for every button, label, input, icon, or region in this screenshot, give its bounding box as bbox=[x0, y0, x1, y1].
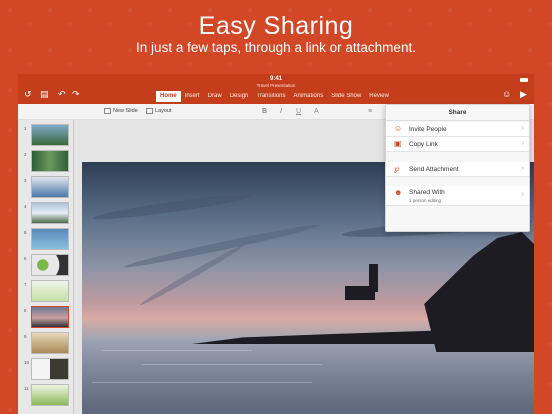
new-slide-label: New Slide bbox=[113, 108, 138, 114]
invite-people-row[interactable]: ☺ Invite People › bbox=[386, 122, 529, 137]
bold-button[interactable]: B bbox=[262, 108, 267, 115]
promo-subhead: In just a few taps, through a link or at… bbox=[136, 40, 416, 55]
thumbnail-image bbox=[31, 384, 69, 406]
italic-button[interactable]: I bbox=[280, 108, 282, 115]
send-attachment-row[interactable]: ℘ Send Attachment › bbox=[386, 162, 529, 177]
back-icon[interactable]: ↺ bbox=[24, 89, 32, 99]
slide-thumbnails: 1 2 3 4 5 6 7 8 9 10 11 bbox=[18, 120, 74, 414]
people-icon: ☻ bbox=[394, 188, 403, 197]
redo-icon[interactable]: ↷ bbox=[72, 89, 80, 99]
slide-thumbnail[interactable]: 1 bbox=[24, 124, 70, 148]
slide-thumbnail[interactable]: 6 bbox=[24, 254, 70, 278]
tab-slide-show[interactable]: Slide Show bbox=[327, 91, 365, 102]
thumbnail-image bbox=[31, 202, 69, 224]
underline-button[interactable]: U bbox=[296, 108, 301, 115]
app-window: 9:41 Travel Presentation ↺ ▤ ↶ ↷ Home In… bbox=[18, 74, 534, 414]
tab-draw[interactable]: Draw bbox=[204, 91, 226, 102]
share-title: Share bbox=[386, 105, 529, 121]
undo-icon[interactable]: ↶ bbox=[58, 89, 66, 99]
slide-thumbnail[interactable]: 5 bbox=[24, 228, 70, 252]
share-person-icon[interactable]: ☺ bbox=[502, 89, 511, 99]
play-icon[interactable]: ▶ bbox=[520, 89, 527, 99]
promo-headline: Easy Sharing bbox=[198, 12, 354, 40]
thumbnail-image bbox=[31, 280, 69, 302]
copy-link-row[interactable]: ▣ Copy Link › bbox=[386, 137, 529, 152]
slide-thumbnail[interactable]: 3 bbox=[24, 176, 70, 200]
tab-review[interactable]: Review bbox=[365, 91, 393, 102]
paperclip-icon: ℘ bbox=[394, 164, 400, 173]
new-slide-button[interactable]: New Slide bbox=[104, 108, 138, 114]
tab-insert[interactable]: Insert bbox=[181, 91, 204, 102]
tab-transitions[interactable]: Transitions bbox=[252, 91, 289, 102]
document-title: Travel Presentation bbox=[256, 83, 296, 88]
title-bar: 9:41 Travel Presentation ↺ ▤ ↶ ↷ Home In… bbox=[18, 74, 534, 104]
tab-animations[interactable]: Animations bbox=[290, 91, 328, 102]
tab-home[interactable]: Home bbox=[156, 91, 181, 102]
chevron-right-icon: › bbox=[521, 165, 524, 172]
thumbnail-image bbox=[31, 332, 69, 354]
slide-thumbnail[interactable]: 10 bbox=[24, 358, 70, 382]
thumbnail-image bbox=[31, 254, 69, 276]
invite-person-icon: ☺ bbox=[394, 124, 403, 133]
shared-with-row[interactable]: ☻ Shared With 1 person editing › bbox=[386, 186, 529, 206]
slide-thumbnail[interactable]: 11 bbox=[24, 384, 70, 408]
slide-thumbnail[interactable]: 9 bbox=[24, 332, 70, 356]
thumbnail-image bbox=[31, 150, 69, 172]
slide-thumbnail[interactable]: 2 bbox=[24, 150, 70, 174]
thumbnail-image bbox=[31, 124, 69, 146]
link-icon: ▣ bbox=[394, 139, 402, 148]
chevron-right-icon: › bbox=[521, 125, 524, 132]
layout-icon bbox=[146, 108, 153, 114]
file-icon[interactable]: ▤ bbox=[40, 89, 49, 99]
slide-thumbnail-selected[interactable]: 8 bbox=[24, 306, 70, 330]
new-slide-icon bbox=[104, 108, 111, 114]
thumbnail-image bbox=[31, 358, 69, 380]
layout-label: Layout bbox=[155, 108, 172, 114]
thumbnail-image bbox=[31, 306, 69, 328]
battery-icon bbox=[520, 78, 528, 82]
chevron-right-icon: › bbox=[521, 191, 524, 198]
layout-button[interactable]: Layout bbox=[146, 108, 172, 114]
share-panel: Share ☺ Invite People › ▣ Copy Link › ℘ … bbox=[385, 104, 530, 232]
bullets-icon[interactable]: ≡ bbox=[368, 108, 372, 115]
thumbnail-image bbox=[31, 176, 69, 198]
thumbnail-image bbox=[31, 228, 69, 250]
font-color-button[interactable]: A bbox=[314, 108, 319, 115]
tab-design[interactable]: Design bbox=[226, 91, 253, 102]
chevron-right-icon: › bbox=[521, 140, 524, 147]
slide-thumbnail[interactable]: 4 bbox=[24, 202, 70, 226]
status-time: 9:41 bbox=[269, 76, 282, 82]
slide-thumbnail[interactable]: 7 bbox=[24, 280, 70, 304]
ribbon-tabs: Home Insert Draw Design Transitions Anim… bbox=[156, 91, 393, 102]
